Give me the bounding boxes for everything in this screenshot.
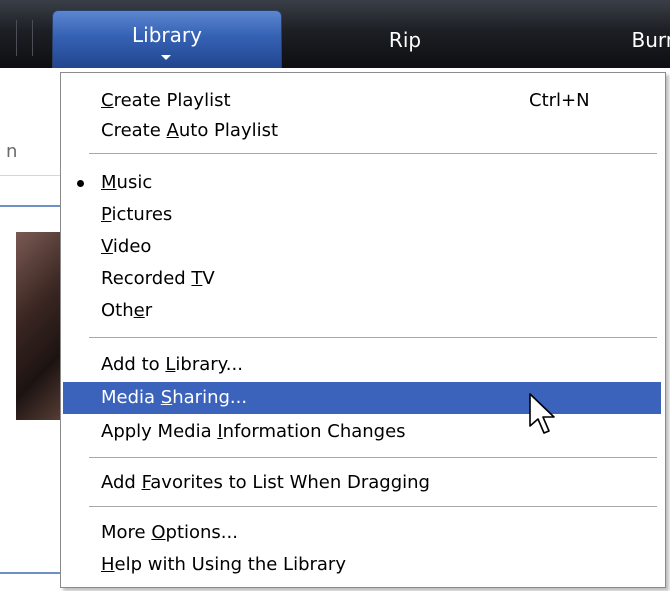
divider-line xyxy=(0,572,60,574)
tab-separator xyxy=(32,20,33,56)
library-dropdown-menu: Create Playlist Ctrl+N Create Auto Playl… xyxy=(60,72,666,588)
menu-item-apply-media-info[interactable]: Apply Media Information Changes xyxy=(63,416,661,448)
album-art[interactable] xyxy=(16,232,66,420)
tab-separator xyxy=(16,20,17,56)
search-input[interactable]: n xyxy=(0,128,60,176)
menu-divider xyxy=(89,457,657,458)
top-tab-bar: Library Rip Burn xyxy=(0,0,670,68)
menu-item-help-library[interactable]: Help with Using the Library xyxy=(63,549,661,581)
arrow-cursor-icon xyxy=(529,393,555,434)
menu-item-add-favorites[interactable]: Add Favorites to List When Dragging xyxy=(63,467,661,499)
menu-divider xyxy=(89,337,657,338)
menu-item-create-auto-playlist[interactable]: Create Auto Playlist xyxy=(63,115,661,147)
menu-item-label: Create Playlist xyxy=(101,90,231,111)
menu-item-label: Add to Library... xyxy=(101,354,243,375)
chevron-down-icon xyxy=(161,55,171,60)
menu-divider xyxy=(89,506,657,507)
shortcut-label: Ctrl+N xyxy=(529,90,590,111)
menu-item-add-to-library[interactable]: Add to Library... xyxy=(63,349,661,381)
menu-item-recorded-tv[interactable]: Recorded TV xyxy=(63,263,661,295)
menu-item-media-sharing[interactable]: Media Sharing... xyxy=(63,382,661,414)
menu-item-label: Apply Media Information Changes xyxy=(101,421,406,442)
divider-line xyxy=(0,205,60,207)
menu-item-create-playlist[interactable]: Create Playlist Ctrl+N xyxy=(63,85,661,117)
search-fragment: n xyxy=(6,141,18,162)
menu-item-video[interactable]: Video xyxy=(63,231,661,263)
menu-item-other[interactable]: Other xyxy=(63,295,661,327)
menu-item-label: Help with Using the Library xyxy=(101,554,346,575)
menu-item-label: Music xyxy=(101,172,153,193)
menu-item-label: Create Auto Playlist xyxy=(101,120,279,141)
tab-rip[interactable]: Rip xyxy=(340,20,470,62)
tab-burn-label: Burn xyxy=(631,28,670,52)
menu-item-music[interactable]: Music xyxy=(63,167,661,199)
menu-item-label: Pictures xyxy=(101,204,173,225)
menu-item-label: Video xyxy=(101,236,152,257)
menu-item-label: Media Sharing... xyxy=(101,387,248,408)
tab-burn[interactable]: Burn xyxy=(600,20,670,62)
tab-library[interactable]: Library xyxy=(52,10,282,68)
menu-item-more-options[interactable]: More Options... xyxy=(63,517,661,549)
menu-item-label: Recorded TV xyxy=(101,268,215,289)
menu-item-label: More Options... xyxy=(101,522,238,543)
menu-item-label: Add Favorites to List When Dragging xyxy=(101,472,430,493)
menu-item-label: Other xyxy=(101,300,153,321)
menu-divider xyxy=(89,153,657,154)
bullet-icon xyxy=(77,180,84,187)
tab-library-label: Library xyxy=(132,23,202,47)
menu-item-pictures[interactable]: Pictures xyxy=(63,199,661,231)
tab-rip-label: Rip xyxy=(388,28,422,52)
